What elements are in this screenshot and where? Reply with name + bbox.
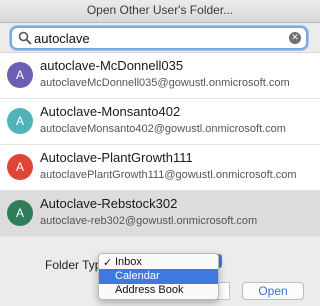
- checkmark-icon: ✓: [103, 256, 113, 269]
- result-row[interactable]: A Autoclave-Monsanto402 autoclaveMonsant…: [0, 99, 320, 145]
- result-email: autoclave-reb302@gowustl.onmicrosoft.com: [40, 215, 258, 227]
- avatar: A: [7, 108, 33, 134]
- result-row[interactable]: A Autoclave-PlantGrowth111 autoclavePlan…: [0, 145, 320, 191]
- folder-type-menu: ✓ Inbox Calendar Address Book: [98, 253, 219, 300]
- clear-search-icon[interactable]: ✕: [289, 32, 301, 44]
- avatar: A: [7, 154, 33, 180]
- search-field[interactable]: ✕: [10, 26, 308, 50]
- menu-item-calendar[interactable]: Calendar: [99, 269, 218, 284]
- result-email: autoclavePlantGrowth111@gowustl.onmicros…: [40, 169, 297, 181]
- avatar: A: [7, 62, 33, 88]
- window-title: Open Other User's Folder...: [0, 0, 320, 23]
- result-name: Autoclave-Rebstock302: [40, 196, 178, 211]
- result-email: autoclaveMonsanto402@gowustl.onmicrosoft…: [40, 123, 286, 135]
- search-icon: [18, 31, 32, 45]
- result-name: Autoclave-PlantGrowth111: [40, 150, 193, 165]
- result-name: autoclave-McDonnell035: [40, 58, 184, 73]
- menu-item-inbox[interactable]: ✓ Inbox: [99, 255, 218, 270]
- avatar: A: [7, 200, 33, 226]
- result-name: Autoclave-Monsanto402: [40, 104, 181, 119]
- search-input[interactable]: [34, 28, 274, 48]
- menu-item-address-book[interactable]: Address Book: [99, 283, 218, 298]
- result-row[interactable]: A autoclave-McDonnell035 autoclaveMcDonn…: [0, 53, 320, 99]
- result-row-selected[interactable]: A Autoclave-Rebstock302 autoclave-reb302…: [0, 191, 320, 237]
- open-button[interactable]: Open: [242, 282, 304, 300]
- result-email: autoclaveMcDonnell035@gowustl.onmicrosof…: [40, 77, 290, 89]
- results-list: A autoclave-McDonnell035 autoclaveMcDonn…: [0, 52, 320, 237]
